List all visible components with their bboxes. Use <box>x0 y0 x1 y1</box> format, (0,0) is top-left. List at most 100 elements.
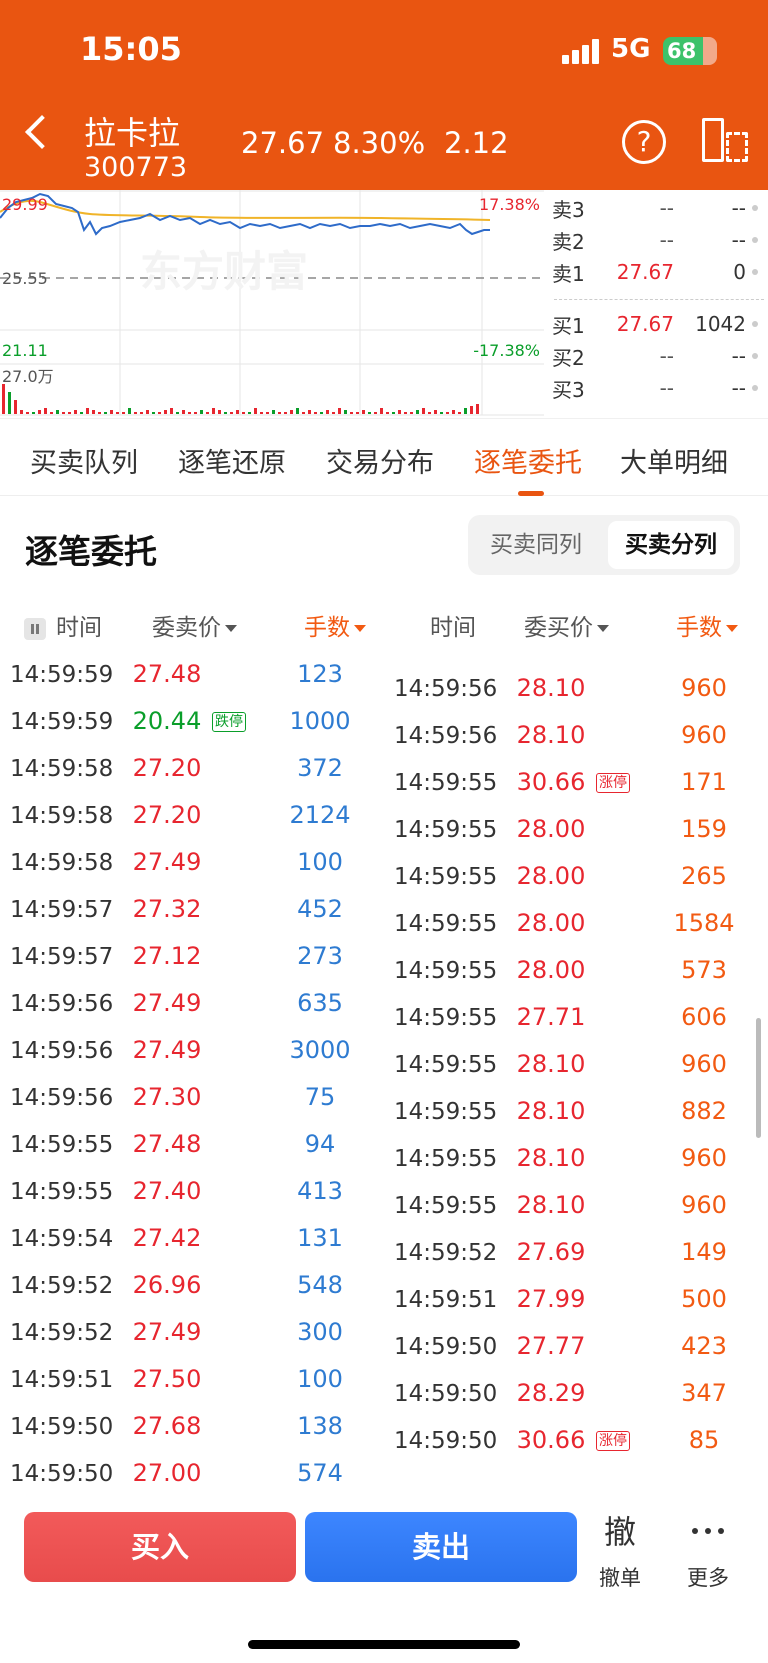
orderbook-volume: 1042 <box>695 312 746 336</box>
order-price: 27.60 <box>506 652 596 655</box>
volume-bar <box>74 410 77 414</box>
stock-change: 2.12 <box>444 126 509 160</box>
scrollbar[interactable] <box>756 1018 761 1138</box>
order-price: 26.96 <box>132 1271 202 1299</box>
order-price: 27.48 <box>132 660 202 688</box>
volume-bar <box>14 400 17 414</box>
order-qty: 960 <box>681 1144 727 1172</box>
home-indicator[interactable] <box>248 1640 520 1649</box>
volume-bar <box>470 406 473 414</box>
orderbook-level: 卖3 <box>552 197 585 222</box>
volume-bar <box>344 410 347 414</box>
order-price: 27.49 <box>132 1318 202 1346</box>
volume-bar <box>224 412 227 414</box>
order-row: 14:59:56 27.49 635 <box>0 981 384 1028</box>
order-price: 28.10 <box>516 1050 586 1078</box>
volume-bar <box>68 412 71 414</box>
order-price: 27.32 <box>132 895 202 923</box>
sell-time-header[interactable]: 时间 <box>24 608 102 642</box>
order-time: 14:59:55 <box>394 1146 498 1172</box>
order-qty: 300 <box>297 1318 343 1346</box>
order-time: 14:59:52 <box>10 1273 114 1299</box>
order-time: 14:59:54 <box>10 1226 114 1252</box>
sell-qty-header[interactable]: 手数 <box>304 608 366 642</box>
volume-bar <box>332 412 335 414</box>
order-qty: 960 <box>681 674 727 702</box>
order-qty: 882 <box>681 1097 727 1125</box>
volume-bar <box>182 410 185 414</box>
help-icon[interactable]: ? <box>622 120 666 164</box>
volume-bar <box>458 412 461 414</box>
tab-large-orders[interactable]: 大单明细 <box>620 441 728 480</box>
sell-button[interactable]: 卖出 <box>305 1512 577 1582</box>
order-time: 14:59:51 <box>10 1367 114 1393</box>
limit-tag: 涨停 <box>596 773 630 793</box>
back-arrow-icon[interactable] <box>25 115 59 149</box>
tab-distribution[interactable]: 交易分布 <box>326 441 434 480</box>
order-row: 14:59:58 27.20 2124 <box>0 793 384 840</box>
order-qty: 1000 <box>289 707 351 735</box>
cancel-order-button[interactable]: 撤 撤单 <box>582 1512 658 1592</box>
pause-icon[interactable] <box>24 617 46 640</box>
order-qty: 413 <box>297 1177 343 1205</box>
buy-price-header[interactable]: 委买价 <box>524 608 609 642</box>
order-price: 28.10 <box>516 1191 586 1219</box>
order-lists[interactable]: 14:59:59 27.48 123 14:59:59 20.44 跌停 1000 14:59… <box>0 652 768 1502</box>
order-row: 14:59:59 20.44 跌停 1000 <box>0 699 384 746</box>
orderbook-volume: 0 <box>733 260 746 284</box>
order-qty: 423 <box>681 1332 727 1360</box>
stock-price: 27.67 <box>241 126 325 160</box>
order-price: 27.48 <box>132 1130 202 1158</box>
volume-bar <box>152 412 155 414</box>
sell-price-header[interactable]: 委卖价 <box>152 608 237 642</box>
tab-queue[interactable]: 买卖队列 <box>30 441 138 480</box>
orderbook-level: 卖2 <box>552 229 585 254</box>
order-row: 14:59:58 27.49 100 <box>0 840 384 887</box>
order-row: 14:59:55 27.48 94 <box>0 1122 384 1169</box>
chart-low-label: 21.11 <box>2 341 48 360</box>
volume-bar <box>464 408 467 414</box>
order-qty: 3000 <box>289 1036 351 1064</box>
volume-bar <box>116 412 119 414</box>
volume-bar <box>8 392 11 414</box>
order-qty: 138 <box>297 1412 343 1440</box>
dot-icon <box>752 385 758 391</box>
volume-bar <box>272 410 275 414</box>
same-column-button[interactable]: 买卖同列 <box>474 521 598 569</box>
tab-tick-orders[interactable]: 逐笔委托 <box>474 441 582 480</box>
order-time: 14:59:57 <box>10 897 114 923</box>
buy-button[interactable]: 买入 <box>24 1512 296 1582</box>
orderbook-level: 买1 <box>552 313 585 338</box>
dot-icon <box>752 353 758 359</box>
buy-qty-header[interactable]: 手数 <box>676 608 738 642</box>
order-row: 14:59:55 28.10 960 <box>384 1042 768 1089</box>
more-button[interactable]: 更多 <box>670 1512 746 1592</box>
volume-bar <box>38 410 41 414</box>
battery-icon: 68 <box>663 37 717 65</box>
volume-bar <box>320 412 323 414</box>
chart-pct-down-label: -17.38% <box>473 341 540 360</box>
volume-bar <box>284 412 287 414</box>
switch-view-icon[interactable] <box>702 118 750 164</box>
detail-tabs: 买卖队列 逐笔还原 交易分布 逐笔委托 大单明细 <box>0 418 768 496</box>
volume-bar <box>98 412 101 414</box>
order-time: 14:59:50 <box>10 1461 114 1487</box>
order-row: 14:59:56 27.60 217 <box>384 652 768 666</box>
signal-icon <box>562 38 600 64</box>
order-time: 14:59:51 <box>394 1287 498 1313</box>
intraday-chart[interactable]: 东方财富 29.99 25.55 21.11 17.38% -17.38% 27… <box>0 190 544 416</box>
tab-tick-restore[interactable]: 逐笔还原 <box>178 441 286 480</box>
order-time: 14:59:52 <box>10 1320 114 1346</box>
header-bar: 15:05 5G 68 拉卡拉 300773 27.67 8.30% 2.12 … <box>0 0 768 190</box>
volume-bar <box>440 412 443 414</box>
orderbook-level: 卖1 <box>552 261 585 286</box>
footer-bar: 买入 卖出 撤 撤单 更多 <box>0 1502 768 1663</box>
volume-bar <box>104 412 107 414</box>
order-qty: 123 <box>297 660 343 688</box>
order-price: 28.10 <box>516 1097 586 1125</box>
order-price: 28.00 <box>516 956 586 984</box>
order-qty: 960 <box>681 1050 727 1078</box>
split-column-button[interactable]: 买卖分列 <box>608 521 734 569</box>
order-price: 27.30 <box>132 1083 202 1111</box>
order-qty: 75 <box>304 1083 336 1111</box>
